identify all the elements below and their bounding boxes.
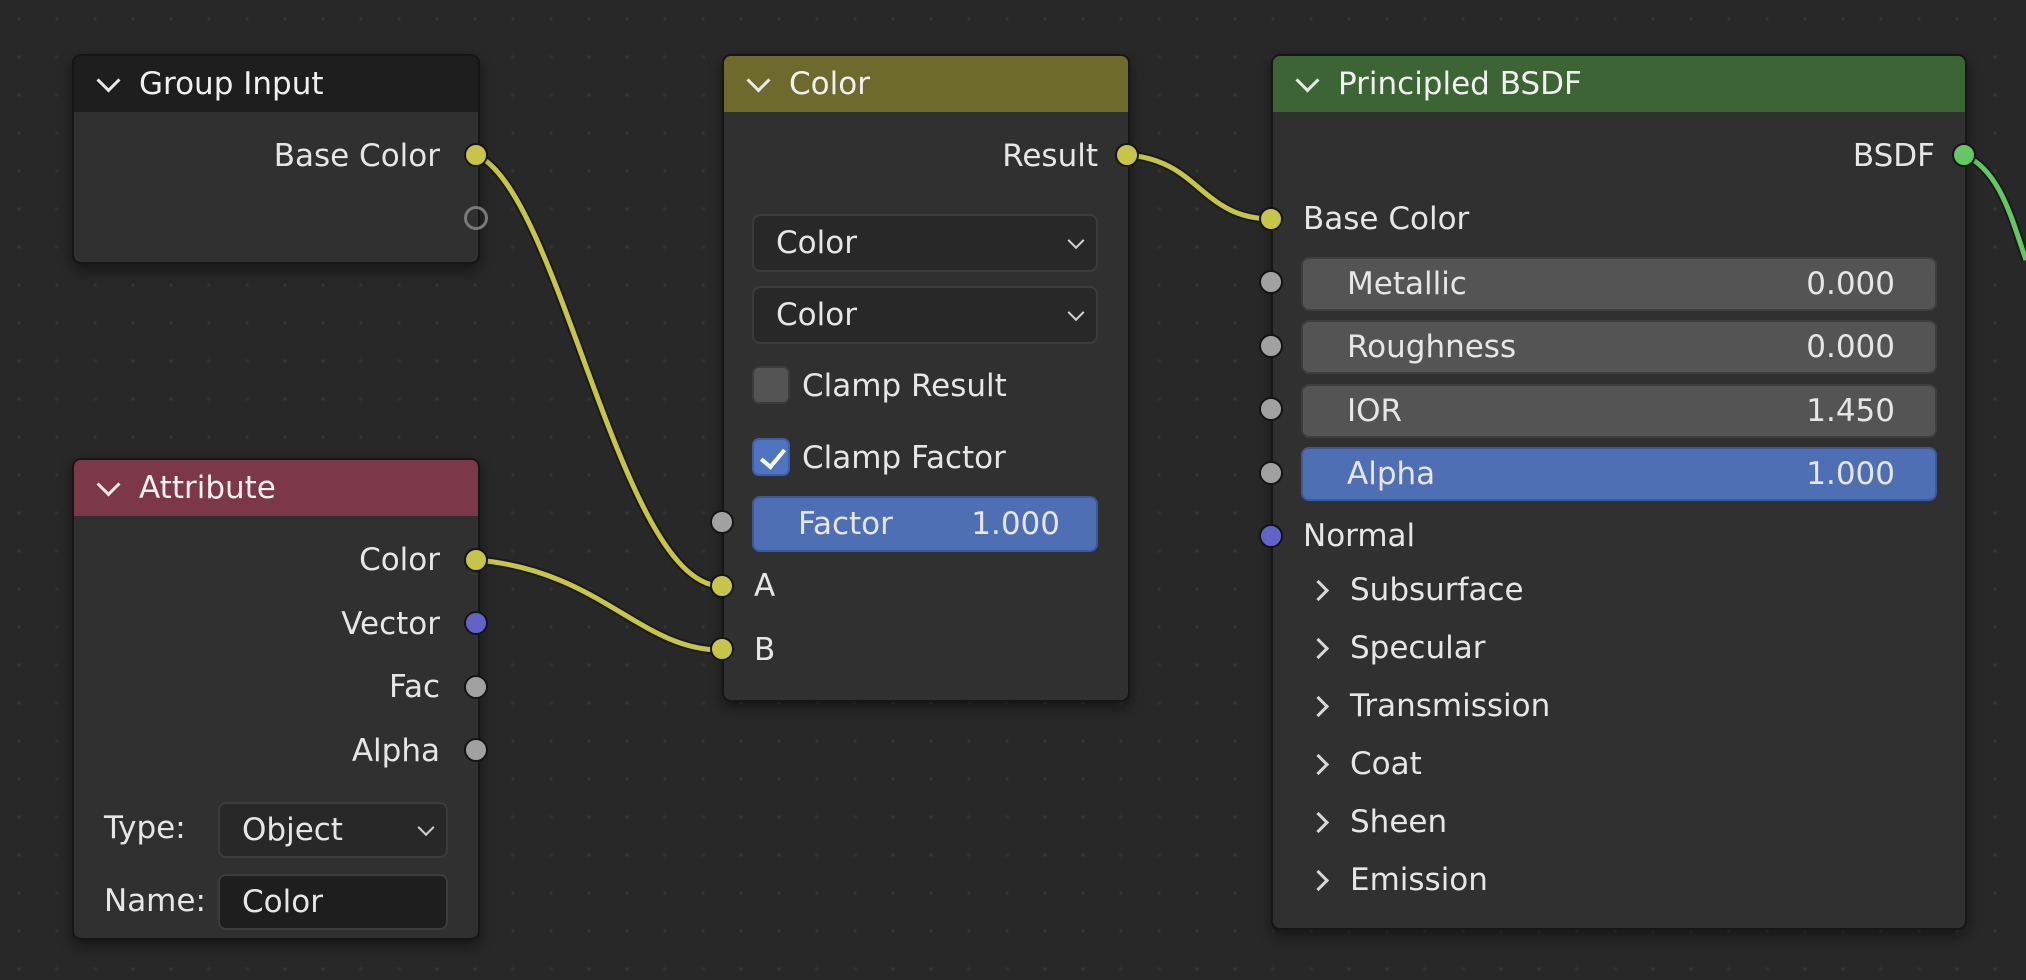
output-result-label: Result — [1002, 138, 1098, 174]
panel-transmission[interactable]: Transmission — [1307, 688, 1550, 724]
output-alpha-label: Alpha — [351, 733, 440, 769]
mix-color-node[interactable]: Color Result Color Color Clamp Result Cl… — [722, 54, 1130, 702]
factor-value: 1.000 — [971, 506, 1060, 542]
link-bsdf-out[interactable] — [1962, 150, 2026, 262]
type-value: Object — [242, 812, 343, 848]
output-bsdf-label: BSDF — [1852, 138, 1935, 174]
panel-label: Coat — [1350, 746, 1422, 782]
input-base-color-label: Base Color — [1303, 201, 1470, 237]
clamp-factor-label: Clamp Factor — [802, 440, 1006, 476]
node-title: Color — [789, 66, 870, 102]
socket-attr-fac[interactable] — [464, 675, 488, 699]
roughness-field[interactable]: Roughness 0.000 — [1301, 320, 1937, 374]
collapse-chevron-icon[interactable] — [1295, 67, 1320, 93]
panel-specular[interactable]: Specular — [1307, 630, 1485, 666]
panel-coat[interactable]: Coat — [1307, 746, 1422, 782]
collapse-chevron-icon[interactable] — [746, 67, 771, 93]
socket-bsdf-normal[interactable] — [1259, 524, 1283, 548]
socket-mix-factor[interactable] — [710, 510, 734, 534]
socket-attr-alpha[interactable] — [464, 738, 488, 762]
socket-group-base-color[interactable] — [464, 143, 488, 167]
chevron-right-icon — [1307, 695, 1330, 717]
chevron-right-icon — [1307, 869, 1330, 891]
ior-value: 1.450 — [1806, 393, 1895, 429]
metallic-field[interactable]: Metallic 0.000 — [1301, 257, 1937, 311]
panel-label: Subsurface — [1350, 572, 1524, 608]
bsdf-header[interactable]: Principled BSDF — [1273, 56, 1965, 112]
factor-field[interactable]: Factor 1.000 — [752, 496, 1098, 552]
principled-bsdf-node[interactable]: Principled BSDF BSDF Base Color Metallic… — [1271, 54, 1967, 930]
panel-label: Sheen — [1350, 804, 1448, 840]
socket-mix-b[interactable] — [710, 637, 734, 661]
chevron-down-icon — [1067, 304, 1085, 322]
alpha-value: 1.000 — [1806, 456, 1895, 492]
node-title: Group Input — [139, 66, 324, 102]
name-value: Color — [242, 884, 323, 920]
panel-subsurface[interactable]: Subsurface — [1307, 572, 1524, 608]
alpha-label: Alpha — [1347, 456, 1436, 492]
panel-sheen[interactable]: Sheen — [1307, 804, 1447, 840]
data-type-dropdown[interactable]: Color — [752, 214, 1098, 272]
chevron-right-icon — [1307, 811, 1330, 833]
node-title: Principled BSDF — [1338, 66, 1582, 102]
ior-label: IOR — [1347, 393, 1403, 429]
collapse-chevron-icon[interactable] — [96, 67, 121, 93]
output-fac-label: Fac — [388, 669, 440, 705]
metallic-label: Metallic — [1347, 266, 1467, 302]
socket-bsdf-metallic[interactable] — [1259, 270, 1283, 294]
link-group-basecolor-to-mix-a[interactable] — [473, 150, 722, 591]
output-color-label: Color — [359, 542, 440, 578]
group-input-node[interactable]: Group Input Base Color — [72, 54, 480, 264]
data-type-value: Color — [776, 225, 857, 261]
input-b-label: B — [754, 632, 776, 668]
blend-type-dropdown[interactable]: Color — [752, 286, 1098, 344]
socket-bsdf-base-color[interactable] — [1259, 207, 1283, 231]
chevron-right-icon — [1307, 579, 1330, 601]
socket-attr-color[interactable] — [464, 548, 488, 572]
ior-field[interactable]: IOR 1.450 — [1301, 384, 1937, 438]
metallic-value: 0.000 — [1806, 266, 1895, 302]
link-attribute-color-to-mix-b[interactable] — [475, 555, 722, 655]
name-field[interactable]: Color — [218, 874, 448, 930]
mix-header[interactable]: Color — [724, 56, 1128, 112]
chevron-down-icon — [1067, 232, 1085, 250]
input-a-label: A — [754, 568, 776, 604]
socket-bsdf-out[interactable] — [1952, 143, 1976, 167]
collapse-chevron-icon[interactable] — [96, 471, 121, 497]
roughness-value: 0.000 — [1806, 329, 1895, 365]
attribute-header[interactable]: Attribute — [74, 460, 478, 516]
chevron-right-icon — [1307, 637, 1330, 659]
factor-label: Factor — [798, 506, 893, 542]
socket-bsdf-ior[interactable] — [1259, 397, 1283, 421]
socket-attr-vector[interactable] — [464, 611, 488, 635]
roughness-label: Roughness — [1347, 329, 1517, 365]
clamp-factor-checkbox[interactable] — [752, 438, 790, 476]
attribute-node[interactable]: Attribute Color Vector Fac Alpha Type: O… — [72, 458, 480, 940]
group-input-header[interactable]: Group Input — [74, 56, 478, 112]
socket-bsdf-alpha[interactable] — [1259, 461, 1283, 485]
clamp-result-label: Clamp Result — [802, 368, 1007, 404]
output-vector-label: Vector — [341, 606, 440, 642]
socket-mix-a[interactable] — [710, 574, 734, 598]
type-label: Type: — [104, 810, 186, 846]
socket-group-empty[interactable] — [464, 206, 488, 230]
alpha-field[interactable]: Alpha 1.000 — [1301, 447, 1937, 501]
type-dropdown[interactable]: Object — [218, 802, 448, 858]
blend-type-value: Color — [776, 297, 857, 333]
socket-bsdf-roughness[interactable] — [1259, 334, 1283, 358]
input-normal-label: Normal — [1303, 518, 1416, 554]
node-title: Attribute — [139, 470, 276, 506]
chevron-down-icon — [417, 819, 435, 837]
name-label: Name: — [104, 883, 206, 919]
clamp-result-checkbox[interactable] — [752, 366, 790, 404]
chevron-right-icon — [1307, 753, 1330, 775]
panel-label: Transmission — [1350, 688, 1551, 724]
panel-emission[interactable]: Emission — [1307, 862, 1488, 898]
socket-mix-result[interactable] — [1115, 143, 1139, 167]
checkmark-icon — [759, 442, 787, 470]
link-mix-result-to-bsdf-basecolor[interactable] — [1126, 150, 1272, 224]
panel-label: Specular — [1350, 630, 1486, 666]
panel-label: Emission — [1350, 862, 1488, 898]
output-base-color-label: Base Color — [273, 138, 440, 174]
